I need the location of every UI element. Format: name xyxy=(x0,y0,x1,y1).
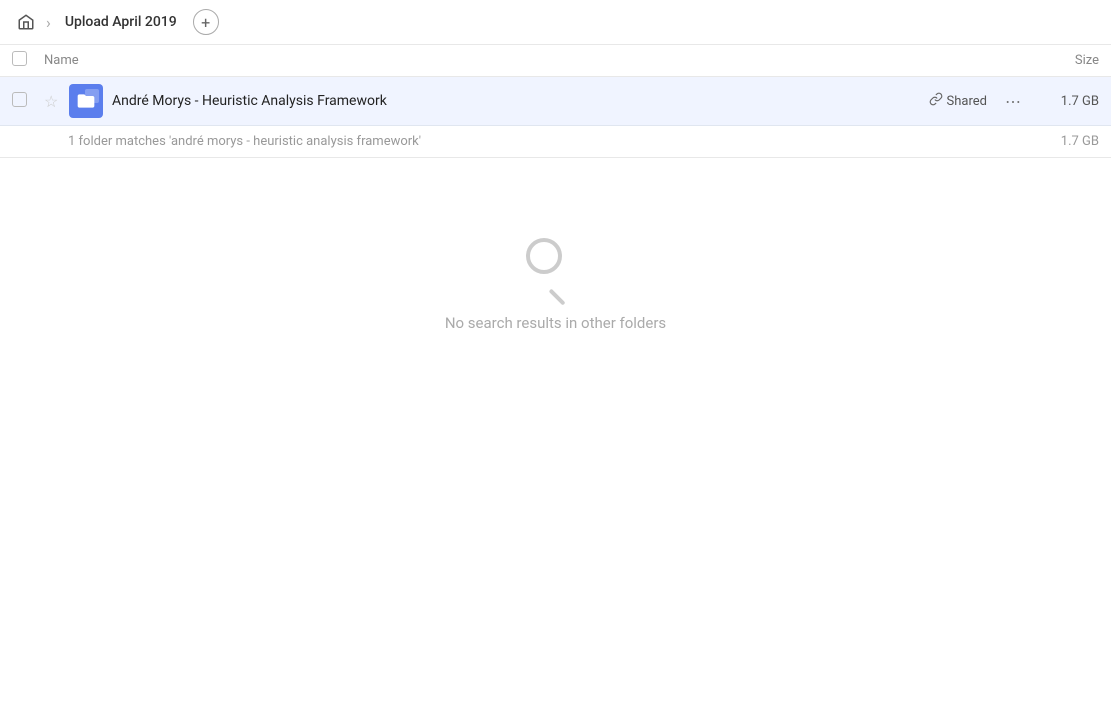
no-results-area: No search results in other folders xyxy=(0,158,1111,332)
link-icon xyxy=(929,92,943,110)
file-size: 1.7 GB xyxy=(1039,94,1099,109)
shared-label: Shared xyxy=(947,94,987,109)
column-headers: Name Size xyxy=(0,45,1111,77)
checkbox-icon xyxy=(12,51,27,66)
row-checkbox[interactable] xyxy=(12,92,44,111)
folder-icon xyxy=(68,83,104,119)
search-summary-row: 1 folder matches 'andré morys - heuristi… xyxy=(0,126,1111,158)
more-options-button[interactable]: ⋯ xyxy=(999,87,1027,115)
breadcrumb-current[interactable]: Upload April 2019 xyxy=(57,10,185,34)
search-empty-icon xyxy=(526,238,586,298)
file-name: André Morys - Heuristic Analysis Framewo… xyxy=(112,93,929,109)
row-checkbox-icon xyxy=(12,92,27,107)
size-column-header: Size xyxy=(1019,53,1099,68)
file-list-item[interactable]: ☆ André Morys - Heuristic Analysis Frame… xyxy=(0,77,1111,126)
name-column-header: Name xyxy=(44,53,1019,68)
summary-size: 1.7 GB xyxy=(1019,134,1099,149)
no-results-message: No search results in other folders xyxy=(445,314,666,332)
select-all-checkbox[interactable] xyxy=(12,51,44,70)
breadcrumb-bar: › Upload April 2019 + xyxy=(0,0,1111,45)
breadcrumb-separator: › xyxy=(46,13,51,32)
shared-badge: Shared xyxy=(929,92,987,110)
breadcrumb-add-button[interactable]: + xyxy=(193,9,219,35)
star-button[interactable]: ☆ xyxy=(44,92,68,111)
home-button[interactable] xyxy=(12,8,40,36)
summary-text: 1 folder matches 'andré morys - heuristi… xyxy=(68,134,1019,149)
